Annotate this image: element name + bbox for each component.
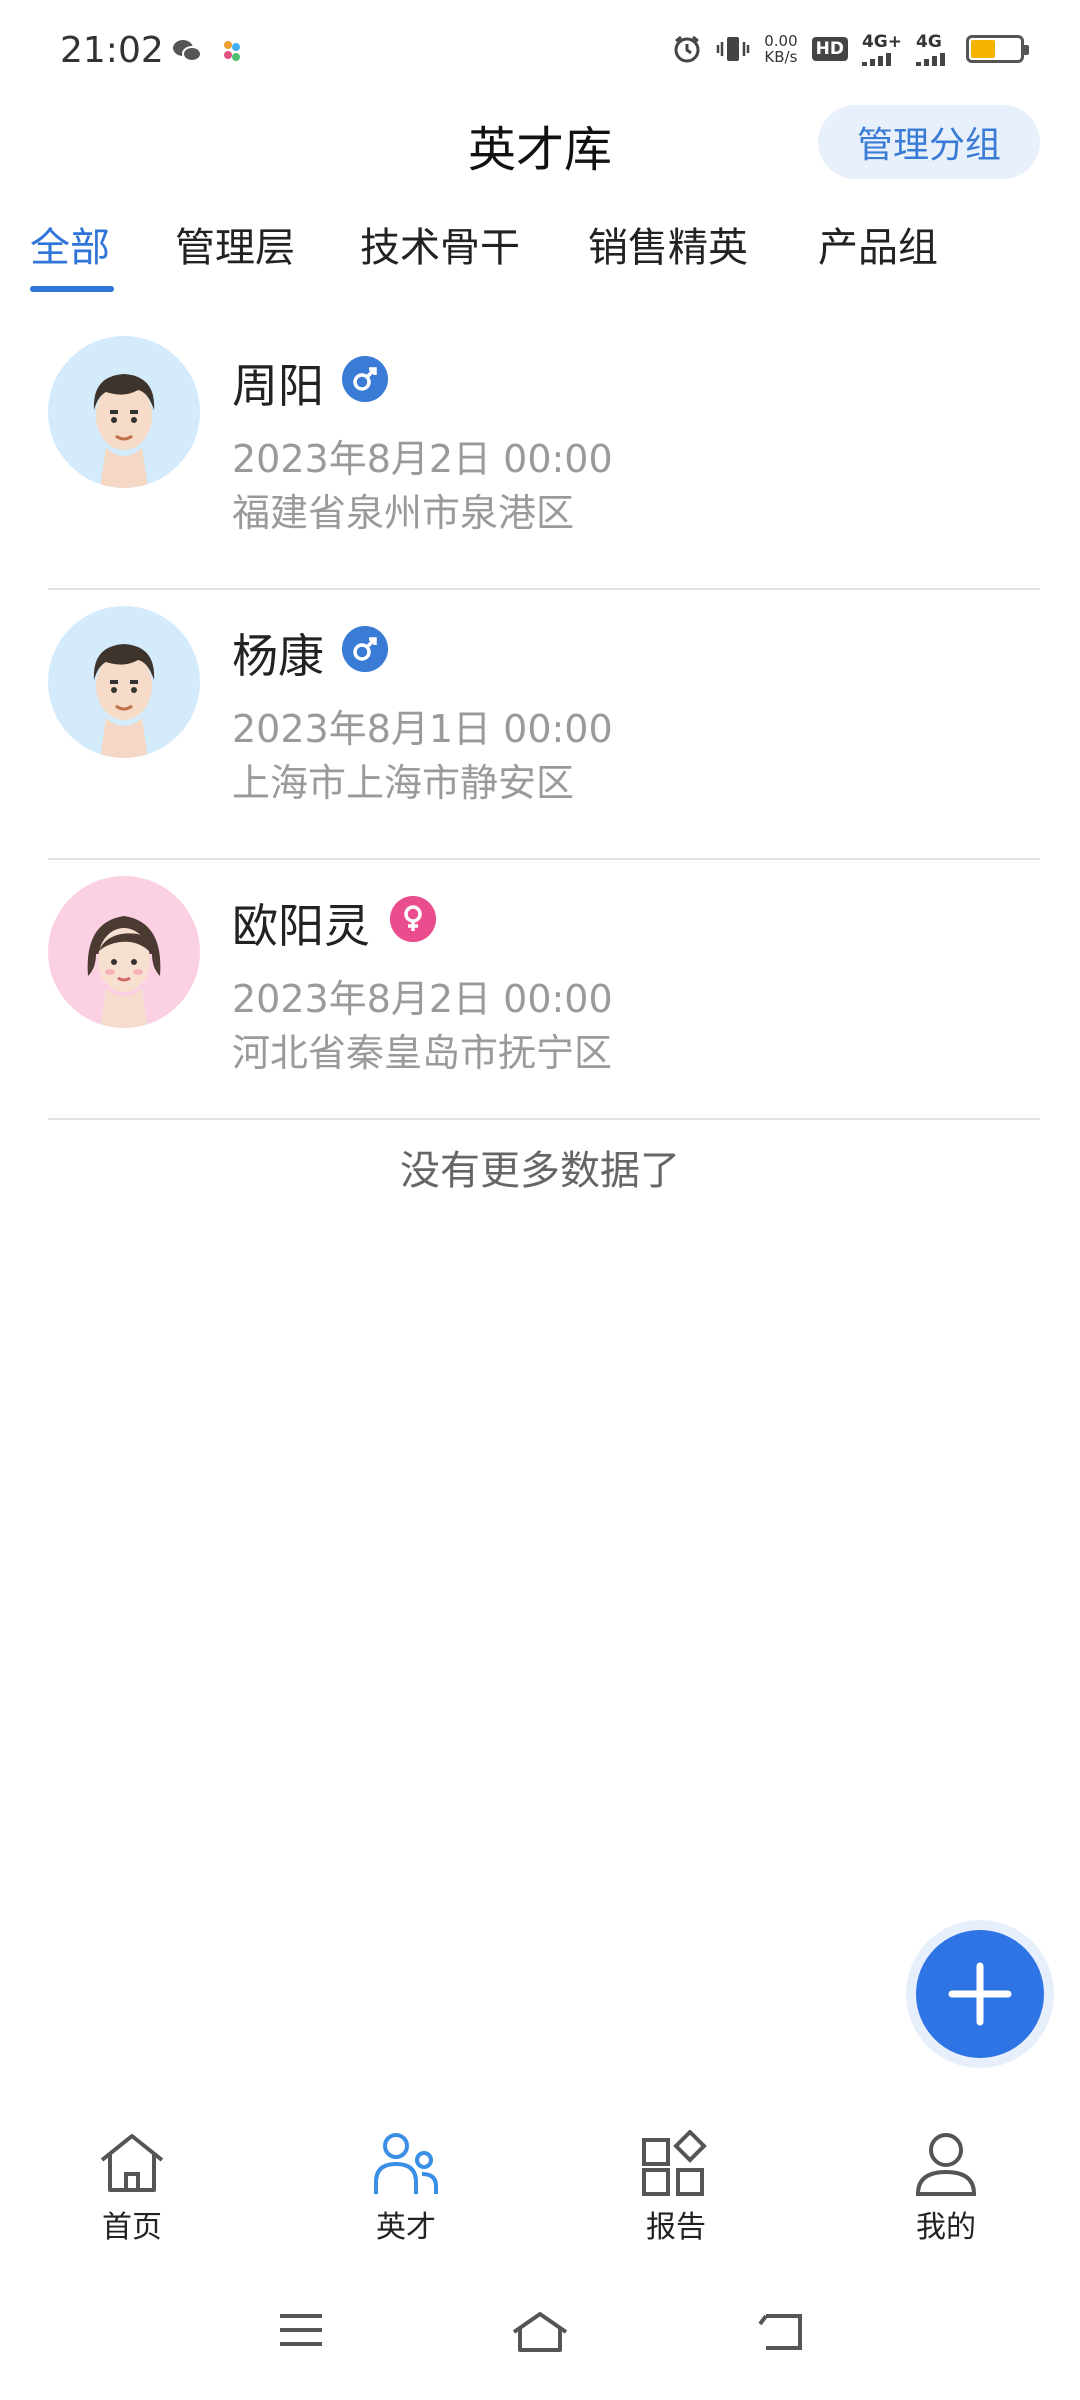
net-speed: 0.00 KB/s <box>764 32 798 66</box>
talent-name: 欧阳灵 <box>232 899 370 953</box>
plus-icon <box>948 1962 1012 2026</box>
group-tabs: 全部 管理层 技术骨干 销售精英 产品组 <box>0 215 1080 295</box>
manage-groups-button[interactable]: 管理分组 <box>818 105 1040 179</box>
talent-list: 周阳 2023年8月2日 00:00 福建省泉州市泉港区 杨康 2023年8月1… <box>0 320 1080 1120</box>
tab-product-group[interactable]: 产品组 <box>818 215 938 273</box>
talent-list-item[interactable]: 杨康 2023年8月1日 00:00 上海市上海市静安区 <box>48 590 1040 860</box>
talent-location: 河北省秦皇岛市抚宁区 <box>232 1031 613 1075</box>
talent-list-item[interactable]: 周阳 2023年8月2日 00:00 福建省泉州市泉港区 <box>48 320 1040 590</box>
signal-bars-icon <box>916 53 945 66</box>
nav-label: 英才 <box>376 2210 436 2245</box>
talent-list-item[interactable]: 欧阳灵 2023年8月2日 00:00 河北省秦皇岛市抚宁区 <box>48 860 1040 1120</box>
list-end-message: 没有更多数据了 <box>400 1148 680 1194</box>
avatar <box>48 606 200 758</box>
nav-reports[interactable]: 报告 <box>586 2130 766 2246</box>
tab-sales-elite[interactable]: 销售精英 <box>588 215 748 273</box>
user-icon <box>915 2133 977 2196</box>
male-avatar-icon <box>93 374 155 488</box>
nav-label: 报告 <box>646 2210 706 2245</box>
female-avatar-icon <box>87 916 161 1028</box>
talent-date: 2023年8月1日 00:00 <box>232 707 613 751</box>
vibrate-icon <box>716 37 750 61</box>
talent-name: 杨康 <box>232 629 324 683</box>
signal-sim1: 4G+ <box>861 32 902 66</box>
home-icon <box>100 2134 164 2192</box>
signal-bars-icon <box>861 53 891 66</box>
nav-home[interactable]: 首页 <box>42 2130 222 2246</box>
status-time: 21:02 <box>60 30 164 71</box>
signal-sim2: 4G <box>916 32 952 66</box>
home-nav-icon[interactable] <box>510 2310 570 2354</box>
talent-date: 2023年8月2日 00:00 <box>232 977 613 1021</box>
status-notification-icons <box>172 38 244 64</box>
system-nav-bar <box>0 2300 1080 2380</box>
menu-icon[interactable] <box>276 2310 326 2350</box>
nav-mine[interactable]: 我的 <box>856 2130 1036 2246</box>
bottom-nav: 首页 英才 报告 我的 <box>0 2130 1080 2280</box>
grid-icon <box>642 2130 707 2196</box>
avatar <box>48 336 200 488</box>
female-gender-icon <box>390 896 436 942</box>
tab-all[interactable]: 全部 <box>30 215 110 273</box>
add-talent-button[interactable] <box>916 1930 1044 2058</box>
app-notification-icon <box>224 41 240 61</box>
hd-indicator: HD <box>811 37 848 61</box>
talent-date: 2023年8月2日 00:00 <box>232 437 613 481</box>
back-icon[interactable] <box>756 2310 806 2354</box>
battery-icon <box>966 35 1029 63</box>
wechat-icon <box>173 40 202 62</box>
nav-talents[interactable]: 英才 <box>316 2130 496 2246</box>
status-bar: 21:02 0.00 KB/s HD 4G+ 4G <box>0 0 1080 100</box>
talent-name: 周阳 <box>232 359 324 413</box>
nav-label: 首页 <box>102 2210 162 2245</box>
male-gender-icon <box>342 626 388 672</box>
status-right-icons: 0.00 KB/s HD 4G+ 4G <box>672 32 1029 66</box>
male-gender-icon <box>342 356 388 402</box>
avatar <box>48 876 200 1028</box>
active-tab-indicator <box>30 286 114 292</box>
tab-management[interactable]: 管理层 <box>175 215 295 273</box>
male-avatar-icon <box>93 644 155 758</box>
nav-label: 我的 <box>916 2210 976 2245</box>
tab-tech-backbone[interactable]: 技术骨干 <box>360 215 520 273</box>
talent-location: 上海市上海市静安区 <box>232 761 575 805</box>
talent-location: 福建省泉州市泉港区 <box>232 491 575 535</box>
alarm-icon <box>674 35 700 63</box>
people-icon <box>374 2133 438 2194</box>
